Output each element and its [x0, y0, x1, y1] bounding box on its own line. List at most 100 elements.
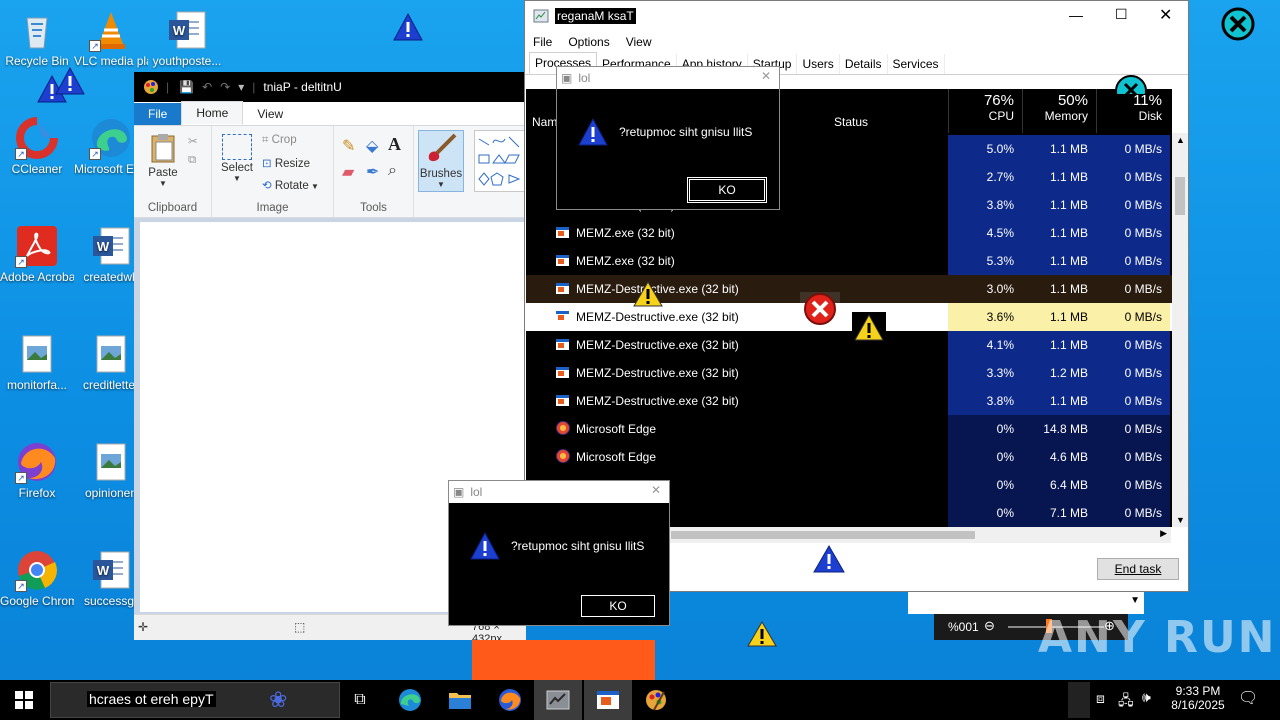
taskbar-edge[interactable] [386, 680, 434, 720]
process-mem: 1.1 MB [1022, 331, 1096, 359]
table-row[interactable]: Microsoft Edge 0% 4.6 MB 0 MB/s [526, 443, 1172, 471]
table-row[interactable]: MEMZ-Destructive.exe (32 bit) 3.0% 1.1 MB 0… [526, 275, 1172, 303]
taskbar-paint[interactable] [632, 680, 680, 720]
tab-file[interactable]: File [134, 103, 182, 125]
desktop-icon-acrobat[interactable]: ↗ Adobe Acrobat [0, 224, 74, 285]
end-task-button[interactable]: End task [1097, 558, 1179, 580]
rotate-button[interactable]: ⟲ Rotate ▼ [262, 178, 319, 192]
table-row[interactable]: MEMZ.exe (32 bit) 5.3% 1.1 MB 0 MB/s [526, 247, 1172, 275]
close-icon[interactable]: ✕ [761, 69, 771, 83]
people-icon[interactable]: ⧈ [1096, 690, 1105, 707]
table-row[interactable]: MEMZ-Destructive.exe (32 bit) 4.1% 1.1 MB 0… [526, 331, 1172, 359]
column-memory[interactable]: 50% Memory [1022, 89, 1096, 133]
scroll-thumb[interactable] [1175, 177, 1185, 215]
desktop-icon-recycle-bin[interactable]: Recycle Bin [0, 8, 74, 69]
desktop-icon-ccleaner[interactable]: ↗ CCleaner [0, 116, 74, 177]
process-name: MEMZ-Destructive.exe (32 bit) [576, 366, 739, 380]
desktop: Recycle Bin ↗ CCleaner ↗ Adobe Acrobat m… [0, 0, 1280, 680]
start-button[interactable] [0, 680, 48, 720]
column-status[interactable]: Status [834, 115, 868, 129]
shapes-gallery[interactable] [474, 130, 526, 192]
table-row[interactable]: MEMZ-Destructive.exe (32 bit) 3.6% 1.1 MB 0… [526, 303, 1172, 331]
tab-users[interactable]: Users [797, 54, 840, 74]
redo-icon[interactable]: ↷ [220, 80, 230, 94]
task-view-button[interactable]: ⧉ [336, 680, 384, 720]
brushes-button[interactable]: Brushes ▼ [418, 130, 464, 192]
process-disk: 0 MB/s [1096, 247, 1170, 275]
brush-icon [428, 133, 457, 162]
clock[interactable]: 9:33 PM 8/16/2025 [1166, 684, 1230, 712]
lol-dialog[interactable]: ▣ lol ✕ ?retupmoc siht gnisu llitS KO [556, 66, 780, 210]
anyrun-watermark: ANY RUN [1038, 612, 1277, 663]
table-row[interactable]: Microsoft Edge 0% 14.8 MB 0 MB/s [526, 415, 1172, 443]
close-button[interactable]: ✕ [1159, 5, 1172, 25]
magnifier-icon[interactable]: ⌕ [388, 162, 397, 180]
dialog-titlebar[interactable]: ▣ lol ✕ [449, 481, 669, 503]
tm-titlebar[interactable]: reganaM ksaT — ☐ ✕ [525, 1, 1188, 31]
table-row[interactable]: MEMZ-Destructive.exe (32 bit) 3.8% 1.1 MB 0… [526, 387, 1172, 415]
scroll-right-icon[interactable]: ▶ [1160, 528, 1167, 539]
table-row[interactable]: MEMZ-Destructive.exe (32 bit) 3.3% 1.2 MB 0… [526, 359, 1172, 387]
column-disk[interactable]: 11% Disk [1096, 89, 1170, 133]
select-icon [222, 134, 252, 160]
volume-icon[interactable]: 🕪 [1142, 689, 1151, 706]
dialog-titlebar[interactable]: ▣ lol ✕ [557, 67, 779, 89]
tab-home[interactable]: Home [181, 101, 244, 125]
save-icon[interactable]: 💾 [179, 80, 194, 94]
lol-dialog[interactable]: ▣ lol ✕ ?retupmoc siht gnisu llitS KO [448, 480, 670, 626]
tab-details[interactable]: Details [840, 54, 888, 74]
desktop-icon-youthposte[interactable]: W youthposte... [150, 8, 224, 69]
taskbar-task-manager[interactable] [534, 680, 582, 720]
network-icon[interactable]: 🖧 [1118, 690, 1134, 714]
paste-button[interactable]: Paste ▼ [146, 132, 180, 188]
search-box[interactable]: hcraes ot ereh epyT ❀ [50, 682, 340, 718]
tab-services[interactable]: Services [888, 54, 945, 74]
tm-vertical-scrollbar[interactable]: ▲ ▼ [1172, 133, 1188, 527]
memz-app-icon [556, 367, 569, 378]
minimize-button[interactable]: — [1069, 7, 1083, 23]
notification-icon[interactable]: 🗨 [1238, 688, 1258, 708]
taskbar-file-explorer[interactable] [436, 680, 484, 720]
zoom-out-icon[interactable]: ⊖ [984, 618, 995, 634]
desktop-icon-chrome[interactable]: ↗ Google Chrome [0, 548, 74, 609]
color-picker-icon[interactable]: ✒ [366, 162, 379, 182]
fill-icon[interactable]: ⬙ [366, 136, 378, 156]
paint-ribbon-tabs: File Home View [134, 101, 526, 126]
taskbar-memz[interactable] [584, 680, 632, 720]
cursor-position-icon: ✛ [138, 620, 149, 634]
shortcut-arrow-icon: ↗ [15, 472, 27, 484]
scroll-down-icon[interactable]: ▼ [1176, 515, 1185, 525]
taskbar-firefox[interactable] [486, 680, 534, 720]
close-icon[interactable]: ✕ [651, 483, 661, 497]
tab-view[interactable]: View [243, 103, 297, 125]
paint-titlebar[interactable]: | 💾 ↶ ↷ ▾ | tniaP - deltitnU [134, 72, 526, 102]
pencil-icon[interactable]: ✎ [342, 136, 355, 156]
customize-quick-access-icon[interactable]: ▾ [238, 80, 244, 94]
scroll-up-icon[interactable]: ▲ [1176, 135, 1185, 145]
dialog-message: ?retupmoc siht gnisu llitS [511, 539, 645, 553]
ok-button[interactable]: KO [581, 595, 655, 617]
search-decoration-icon: ❀ [269, 687, 288, 712]
desktop-icon-vlc[interactable]: ↗ VLC media player [74, 8, 148, 69]
menu-file[interactable]: File [525, 35, 560, 49]
resize-button[interactable]: ⊡ Resize [262, 156, 310, 170]
undo-icon[interactable]: ↶ [202, 80, 212, 94]
column-cpu[interactable]: 76% CPU [948, 89, 1022, 133]
image-group: Select ▼ ⌗ Crop ⊡ Resize ⟲ Rotate ▼ Imag… [212, 126, 334, 218]
process-disk: 0 MB/s [1096, 135, 1170, 163]
h-scroll-thumb[interactable] [671, 531, 975, 539]
cut-icon[interactable]: ✂ [188, 134, 198, 148]
eraser-icon[interactable]: ▰ [342, 162, 354, 182]
menu-view[interactable]: View [618, 35, 660, 49]
desktop-icon-firefox[interactable]: ↗ Firefox [0, 440, 74, 501]
maximize-button[interactable]: ☐ [1115, 6, 1128, 23]
desktop-icon-monitorfa[interactable]: monitorfa... [0, 332, 74, 393]
select-button[interactable]: Select ▼ [220, 134, 254, 183]
menu-options[interactable]: Options [560, 35, 617, 49]
process-disk: 0 MB/s [1096, 471, 1170, 499]
table-row[interactable]: MEMZ.exe (32 bit) 4.5% 1.1 MB 0 MB/s [526, 219, 1172, 247]
ok-button[interactable]: KO [687, 177, 767, 203]
copy-icon[interactable]: ⧉ [188, 154, 196, 167]
crop-button[interactable]: ⌗ Crop [262, 134, 297, 147]
text-icon[interactable]: A [388, 134, 401, 155]
